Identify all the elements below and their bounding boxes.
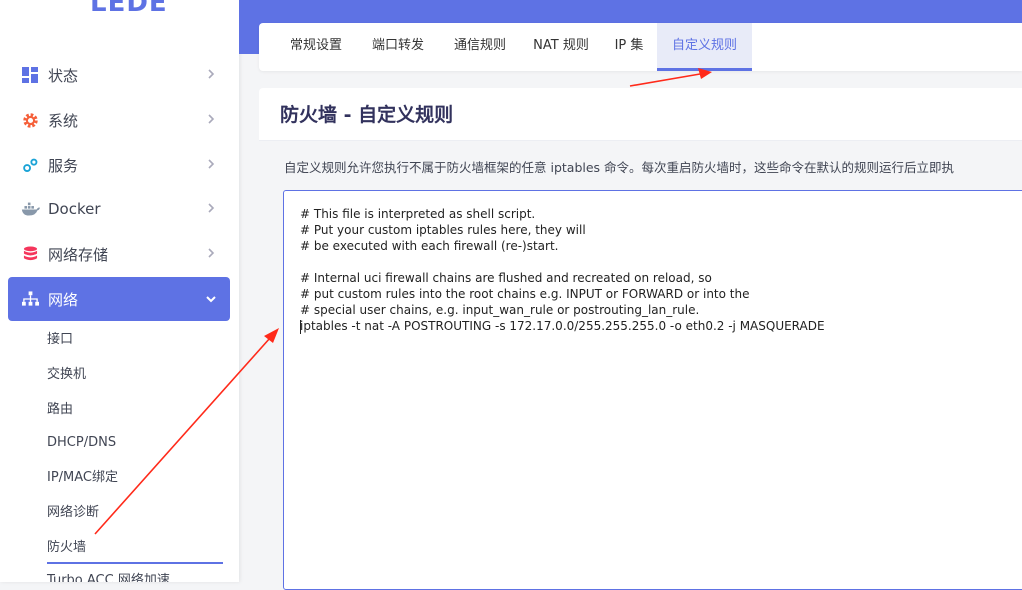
annotation-overlay bbox=[94, 68, 712, 535]
annotation-arrow-to-tab bbox=[629, 68, 712, 87]
annotation-arrow-to-editor bbox=[94, 328, 279, 535]
